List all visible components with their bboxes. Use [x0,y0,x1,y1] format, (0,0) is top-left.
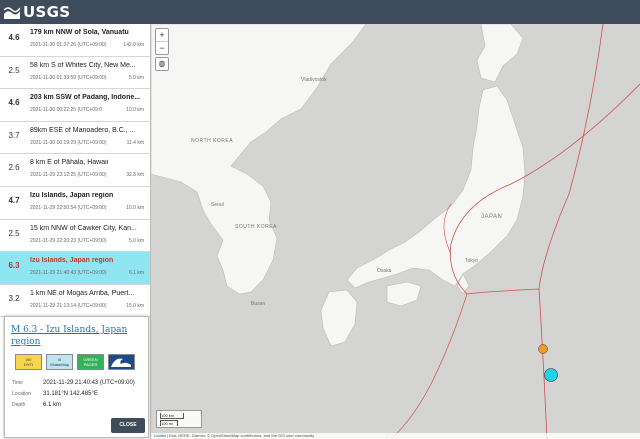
pager-badge[interactable]: GREEN PAGER [77,354,104,370]
event-time: 2021-11-29 22:50:54 (UTC+09:00) [30,204,107,211]
usgs-wave-icon [4,7,20,19]
event-time: 2021-11-29 23:12:25 (UTC+09:00) [30,172,107,179]
event-place: 8 km E of Pāhala, Hawaii [30,159,109,167]
event-depth: 6.1 km [128,270,144,277]
map-scale: 100 km 100 mi [156,410,202,428]
event-magnitude: 3.2 [8,293,20,303]
event-time: 2021-11-30 01:37:26 (UTC+09:00) [30,42,107,48]
event-depth: 142.0 km [123,42,144,48]
leaflet-link[interactable]: Leaflet [154,433,166,438]
event-item[interactable]: 2.5 15 km NNW of Cawker City, Kan... 202… [0,220,150,253]
event-magnitude: 4.7 [8,195,20,205]
event-place: 1 km NE of Mogas Arriba, Puert... [30,289,135,297]
zoom-out-button[interactable]: − [156,41,168,54]
selected-earthquake-marker[interactable] [544,368,558,382]
pager-badge-label: PAGER [83,362,98,367]
header-bar: USGS [0,0,640,24]
north-korea-label: NORTH KOREA [191,138,233,144]
event-item[interactable]: 4.7 Izu Islands, Japan region 2021-11-29… [0,187,150,220]
depth-label: Depth [12,402,26,408]
japan-label: JAPAN [481,214,502,220]
popup-title-link[interactable]: M 6.3 - Izu Islands, Japan region [11,324,131,348]
event-magnitude: 3.7 [8,130,20,140]
vladivostok-label: Vladivostok [301,77,327,83]
basemap-globe-icon[interactable]: ◍ [155,57,169,71]
event-item-selected[interactable]: 6.3 Izu Islands, Japan region 2021-11-29… [0,252,150,285]
zoom-in-button[interactable]: + [156,29,168,41]
close-button[interactable]: CLOSE [111,418,145,433]
event-item[interactable]: 4.6 179 km NNW of Sola, Vanuatu 2021-11-… [0,24,150,57]
event-item[interactable]: 2.6 8 km E of Pāhala, Hawaii 2021-11-29 … [0,154,150,187]
event-place: 58 km S of Whites City, New Me... [30,61,136,69]
event-depth: 5.0 km [128,237,144,244]
event-place: 89km ESE of Manoadero, B.C., ... [30,126,136,134]
event-place: Izu Islands, Japan region [30,191,114,199]
osaka-label: Osaka [377,268,392,274]
event-time: 2021-11-30 01:33:59 (UTC+09:00) [30,74,107,81]
dyfi-badge[interactable]: VIII DYFI [15,354,42,370]
scale-mi: 100 mi [160,420,178,426]
logo-text: USGS [23,3,71,21]
event-item[interactable]: 3.7 89km ESE of Manoadero, B.C., ... 202… [0,122,150,155]
event-place: 179 km NNW of Sola, Vanuatu [30,29,129,36]
event-depth: 10.0 km [126,204,144,211]
event-place: Izu Islands, Japan region [30,257,114,265]
dyfi-badge-label: DYFI [23,362,34,367]
event-magnitude: 4.6 [8,98,20,108]
tsunami-wave-icon[interactable] [108,354,135,370]
event-place: 15 km NNW of Cawker City, Kan... [30,224,137,232]
map-view[interactable]: Vladivostok NORTH KOREA SOUTH KOREA Seou… [151,24,640,439]
event-time: 2021-11-30 00:19:29 (UTC+09:00) [30,139,107,146]
earthquake-marker[interactable] [538,344,548,354]
time-value: 2021-11-29 21:40:43 (UTC+09:00) [43,380,135,386]
event-magnitude: 2.5 [8,228,20,238]
event-time: 2021-11-29 21:40:43 (UTC+09:00) [30,270,107,277]
seoul-label: Seoul [211,202,224,208]
scale-km: 100 km [160,413,184,419]
map-attribution: Leaflet | Esri, HERE, Garmin, © OpenStre… [151,433,640,439]
shakemap-badge[interactable]: III ShakeMap [46,354,73,370]
zoom-control: + − [155,28,169,55]
attribution-text: | Esri, HERE, Garmin, © OpenStreetMap co… [167,433,315,438]
location-label: Location [12,391,31,397]
event-magnitude: 6.3 [8,261,20,271]
south-korea-label: SOUTH KOREA [235,224,277,230]
event-depth: 11.4 km [126,139,144,146]
event-depth: 32.3 km [126,172,144,179]
time-label: Time [12,380,23,386]
usgs-logo[interactable]: USGS [4,3,70,21]
event-time: 2021-11-29 21:13:14 (UTC+09:00) [30,302,107,309]
shakemap-badge-label: ShakeMap [49,362,70,367]
event-place: 203 km SSW of Padang, Indone... [30,94,141,102]
event-depth: 5.0 km [128,74,144,81]
map-canvas[interactable]: Vladivostok NORTH KOREA SOUTH KOREA Seou… [151,24,640,439]
event-time: 2021-11-30 00:22:25 (UTC+09:0 [30,107,103,114]
event-magnitude: 2.6 [8,163,20,173]
tokyo-label: Tokyo [465,258,478,264]
event-depth: 15.0 km [126,302,144,309]
event-popup: M 6.3 - Izu Islands, Japan region VIII D… [4,316,149,438]
event-depth: 10.0 km [126,107,144,114]
event-item[interactable]: 4.6 203 km SSW of Padang, Indone... 2021… [0,89,150,122]
depth-value: 6.1 km [43,402,62,408]
location-value: 31.181°N 142.485°E [43,391,98,397]
busan-label: Busan [251,301,265,307]
event-magnitude: 4.6 [8,33,20,42]
event-time: 2021-11-29 22:20:23 (UTC+09:00) [30,237,107,244]
event-item[interactable]: 2.5 58 km S of Whites City, New Me... 20… [0,57,150,90]
event-magnitude: 2.5 [8,65,20,75]
event-item[interactable]: 3.2 1 km NE of Mogas Arriba, Puert... 20… [0,285,150,318]
